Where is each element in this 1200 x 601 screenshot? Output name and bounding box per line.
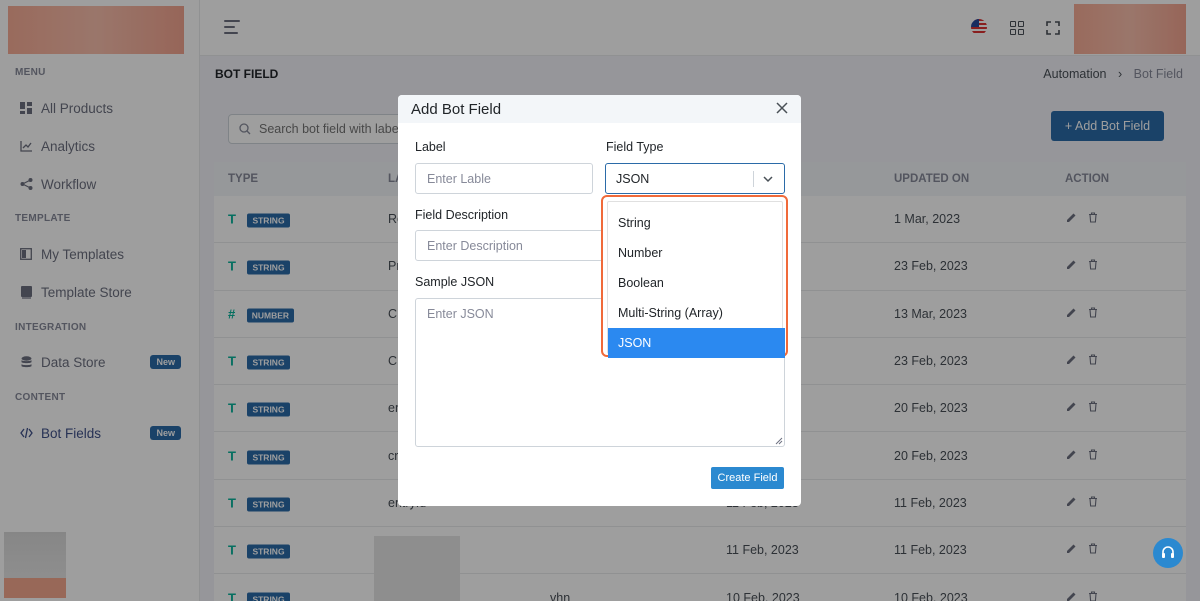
field-type-options: String Number Boolean Multi-String (Arra… [607,201,785,358]
support-chat-button[interactable] [1153,538,1183,568]
description-field-title: Field Description [415,208,509,222]
modal-header: Add Bot Field [398,95,801,123]
resize-grip-icon[interactable] [775,437,783,445]
close-icon[interactable] [775,101,789,115]
option-number[interactable]: Number [608,238,785,268]
label-field-title: Label [415,140,446,154]
option-multi-string[interactable]: Multi-String (Array) [608,298,785,328]
option-string[interactable]: String [608,208,785,238]
modal-title: Add Bot Field [411,101,502,118]
field-type-title: Field Type [606,140,664,154]
option-boolean[interactable]: Boolean [608,268,785,298]
sample-json-title: Sample JSON [415,275,495,289]
option-json[interactable]: JSON [608,328,785,358]
chevron-down-icon[interactable] [762,173,774,185]
label-input[interactable] [415,163,593,194]
select-divider [753,171,754,187]
headset-icon [1162,546,1174,558]
field-type-value: JSON [616,171,650,186]
field-type-select[interactable]: JSON [605,163,785,194]
field-type-dropdown: String Number Boolean Multi-String (Arra… [601,195,788,358]
create-field-button[interactable]: Create Field [711,467,784,489]
